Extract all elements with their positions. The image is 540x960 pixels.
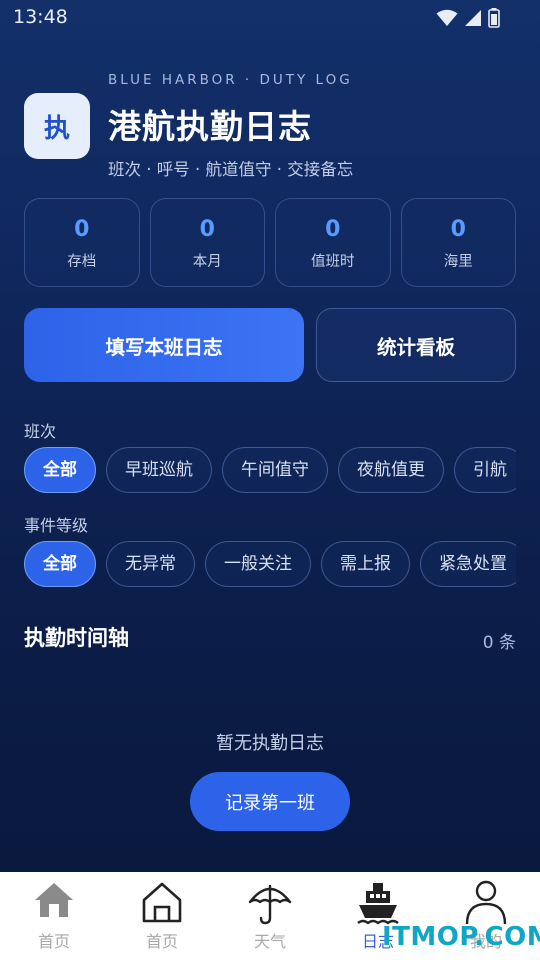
- umbrella-icon: [248, 884, 292, 925]
- timeline-count: 0 条: [482, 633, 516, 653]
- stat-card-nautical-miles: 0 海里: [400, 198, 516, 287]
- fill-shift-log-button[interactable]: 填写本班日志: [24, 308, 304, 382]
- nav-label: 天气: [253, 932, 286, 951]
- stat-card-archive: 0 存档: [24, 198, 140, 287]
- stat-value: 0: [450, 217, 466, 242]
- chip-shift-noon-watch[interactable]: 午间值守: [222, 447, 328, 493]
- logo-char: 执: [43, 113, 70, 144]
- stats-dashboard-button[interactable]: 统计看板: [316, 308, 516, 382]
- stat-label: 值班时: [311, 254, 355, 270]
- nav-item-home[interactable]: 首页: [0, 872, 108, 960]
- stat-label: 本月: [192, 254, 222, 270]
- chip-level-report[interactable]: 需上报: [321, 541, 410, 587]
- signal-icon: [465, 10, 481, 26]
- nav-item-home-2[interactable]: 首页: [108, 872, 216, 960]
- shift-filter-chips[interactable]: 全部 早班巡航 午间值守 夜航值更 引航: [24, 447, 516, 495]
- chip-shift-all[interactable]: 全部: [24, 447, 96, 493]
- stat-value: 0: [325, 217, 341, 242]
- page-subtitle: 班次 · 呼号 · 航道值守 · 交接备忘: [108, 160, 354, 179]
- person-icon: [465, 880, 507, 925]
- app-logo: 执: [24, 93, 90, 159]
- nav-item-weather[interactable]: 天气: [216, 872, 324, 960]
- stat-label: 海里: [443, 254, 473, 270]
- chip-level-all[interactable]: 全部: [24, 541, 96, 587]
- level-filter-chips[interactable]: 全部 无异常 一般关注 需上报 紧急处置: [24, 541, 516, 589]
- status-bar: 13:48: [0, 0, 540, 36]
- nav-label: 首页: [145, 932, 178, 951]
- stat-value: 0: [74, 217, 90, 242]
- record-first-shift-button[interactable]: 记录第一班: [190, 772, 350, 831]
- chip-shift-night-watch[interactable]: 夜航值更: [338, 447, 444, 493]
- level-filter-label: 事件等级: [24, 516, 89, 535]
- timeline-title: 执勤时间轴: [24, 626, 129, 650]
- battery-icon: [488, 8, 500, 28]
- chip-level-normal[interactable]: 无异常: [106, 541, 195, 587]
- house-filled-icon: [35, 883, 73, 917]
- chip-shift-morning-patrol[interactable]: 早班巡航: [106, 447, 212, 493]
- stat-label: 存档: [67, 254, 97, 270]
- chip-level-emergency[interactable]: 紧急处置: [420, 541, 516, 587]
- stats-row: 0 存档 0 本月 0 值班时 0 海里: [24, 198, 516, 287]
- stat-card-month: 0 本月: [149, 198, 265, 287]
- stat-value: 0: [199, 217, 215, 242]
- empty-state-text: 暂无执勤日志: [216, 733, 324, 754]
- status-icons: [436, 8, 500, 28]
- status-time: 13:48: [13, 6, 68, 28]
- app-eyebrow: BLUE HARBOR · DUTY LOG: [108, 72, 353, 88]
- stat-card-duty-hours: 0 值班时: [275, 198, 391, 287]
- page-title: 港航执勤日志: [108, 107, 312, 146]
- ship-icon: [357, 883, 399, 925]
- chip-level-attention[interactable]: 一般关注: [205, 541, 311, 587]
- watermark: ITMOP.COM: [382, 922, 540, 952]
- wifi-icon: [436, 9, 458, 26]
- house-outline-icon: [142, 882, 182, 923]
- chip-shift-pilotage[interactable]: 引航: [454, 447, 516, 493]
- shift-filter-label: 班次: [24, 422, 57, 441]
- nav-label: 首页: [37, 932, 70, 951]
